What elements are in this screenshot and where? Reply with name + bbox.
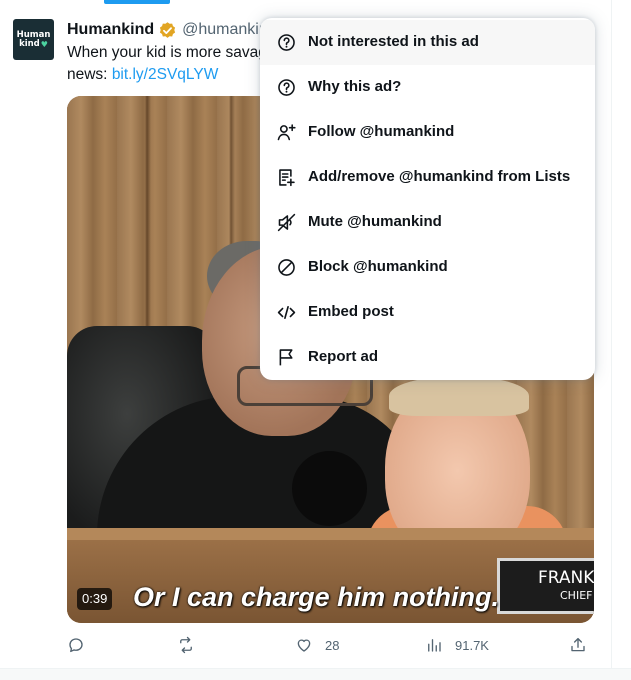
menu-item-label: Block @humankind: [308, 258, 448, 275]
menu-item-report[interactable]: Report ad: [260, 335, 595, 380]
block-icon: [278, 259, 295, 276]
timeline-border: [611, 0, 612, 668]
reply-icon: [69, 638, 83, 653]
analytics-icon: [428, 639, 441, 652]
reply-button[interactable]: [67, 630, 97, 660]
heart-icon: [297, 639, 311, 652]
flag-icon: [279, 349, 293, 366]
menu-item-label: Follow @humankind: [308, 123, 455, 140]
tweet-text-line2: news:: [67, 66, 112, 83]
menu-item-not-interested[interactable]: Not interested in this ad: [260, 20, 595, 65]
repost-button[interactable]: [177, 630, 207, 660]
menu-item-block[interactable]: Block @humankind: [260, 245, 595, 290]
share-button[interactable]: [569, 630, 587, 660]
nameplate: FRANK CHIEF: [497, 558, 594, 614]
menu-item-label: Report ad: [308, 348, 379, 365]
views-count: 91.7K: [455, 637, 489, 653]
video-subtitle: Or I can charge him nothing.: [133, 582, 500, 612]
list-add-icon: [279, 169, 295, 187]
nameplate-line1: FRANK: [538, 568, 594, 588]
avatar[interactable]: Human kind ♥: [13, 19, 54, 60]
views-button[interactable]: 91.7K: [425, 630, 489, 660]
like-button[interactable]: 28: [295, 630, 339, 660]
author-name[interactable]: Humankind: [67, 21, 154, 39]
post-overflow-menu: Not interested in this ad Why this ad? F…: [260, 18, 595, 380]
follow-user-icon: [277, 124, 296, 141]
menu-item-lists[interactable]: Add/remove @humankind from Lists: [260, 155, 595, 200]
menu-item-label: Embed post: [308, 303, 394, 320]
verified-badge-icon: [160, 21, 176, 38]
next-post-edge: [0, 668, 631, 680]
nameplate-line2: CHIEF: [560, 589, 593, 602]
mute-icon: [277, 213, 296, 232]
heart-logo-icon: ♥: [40, 39, 48, 49]
menu-item-label: Mute @humankind: [308, 213, 442, 230]
question-circle-icon: [278, 79, 295, 96]
menu-item-label: Why this ad?: [308, 78, 402, 95]
menu-item-mute[interactable]: Mute @humankind: [260, 200, 595, 245]
tweet-author: Humankind @humankin: [67, 20, 268, 40]
embed-code-icon: [277, 305, 296, 320]
video-duration: 0:39: [77, 588, 113, 610]
like-count: 28: [325, 637, 340, 653]
tweet-link[interactable]: bit.ly/2SVqLYW: [112, 66, 219, 83]
avatar-text-line2: kind: [19, 38, 40, 49]
question-circle-icon: [278, 34, 295, 51]
menu-item-follow[interactable]: Follow @humankind: [260, 110, 595, 155]
tweet-actions: 28 91.7K: [67, 630, 594, 660]
selected-tab-indicator: [104, 0, 170, 4]
menu-item-label: Not interested in this ad: [308, 33, 479, 50]
menu-item-why-this-ad[interactable]: Why this ad?: [260, 65, 595, 110]
author-handle[interactable]: @humankin: [182, 21, 268, 39]
menu-item-label: Add/remove @humankind from Lists: [308, 168, 571, 185]
menu-item-embed[interactable]: Embed post: [260, 290, 595, 335]
repost-icon: [180, 636, 192, 654]
share-icon: [571, 637, 585, 652]
